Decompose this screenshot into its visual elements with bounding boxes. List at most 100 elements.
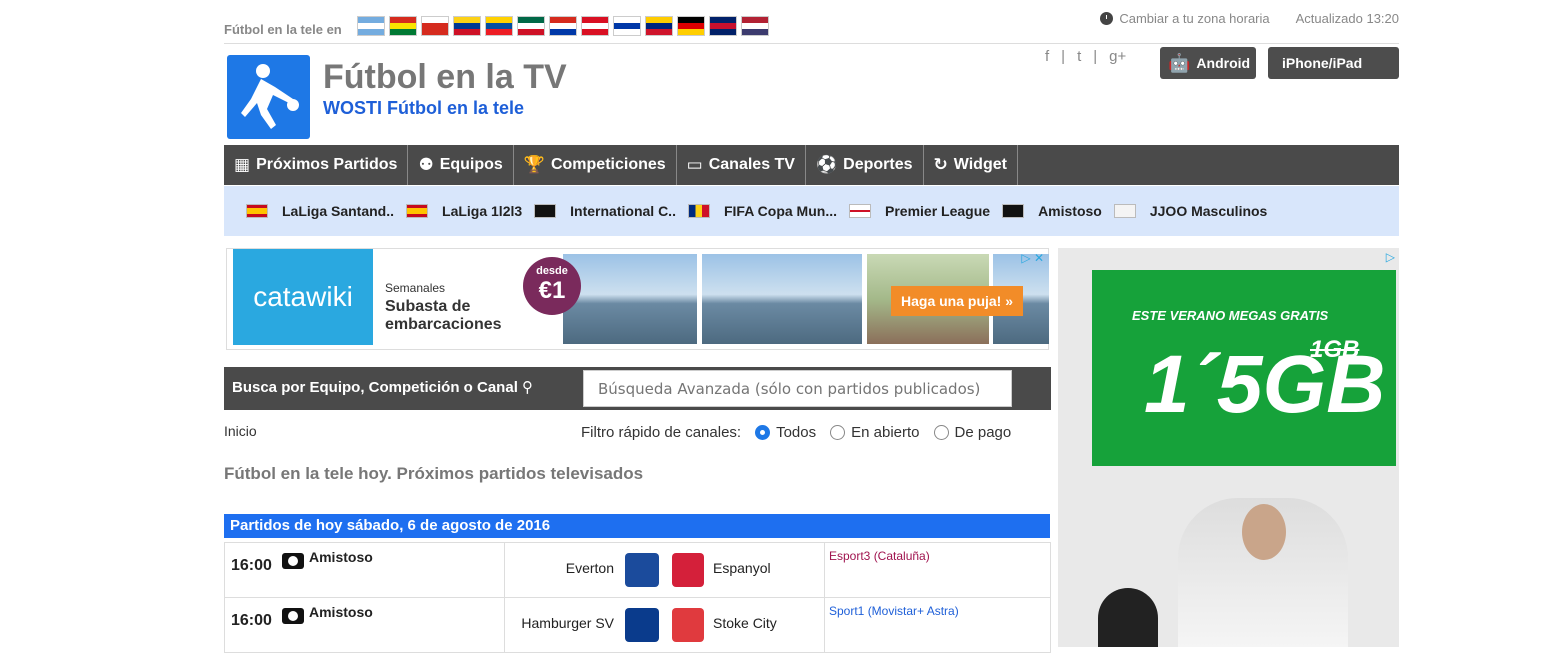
top-right: Cambiar a tu zona horaria Actualizado 13… — [1100, 11, 1399, 26]
nav-canales-tv[interactable]: ▭ Canales TV — [677, 145, 806, 185]
flag-ball-icon — [534, 204, 557, 218]
android-label: Android — [1196, 55, 1251, 71]
google-plus-icon[interactable]: g+ — [1109, 48, 1126, 65]
competition-item[interactable]: Amistoso — [1002, 203, 1102, 219]
flag-venezuela[interactable] — [645, 16, 673, 36]
competition-label: LaLiga 1l2l3 — [442, 203, 523, 219]
player-kick-icon — [241, 64, 299, 129]
flag-chile[interactable] — [421, 16, 449, 36]
flag-england-icon — [849, 204, 871, 218]
search-input[interactable] — [583, 370, 1012, 407]
timezone-link[interactable]: Cambiar a tu zona horaria — [1100, 11, 1270, 26]
flag-mexico[interactable] — [517, 16, 545, 36]
match-competition[interactable]: Amistoso — [309, 604, 373, 620]
day-header: Partidos de hoy sábado, 6 de agosto de 2… — [224, 514, 1050, 538]
tv-icon: ▭ — [686, 155, 703, 174]
bid-button[interactable]: Haga una puja! » — [891, 286, 1024, 316]
nav-label: Equipos — [439, 156, 503, 173]
ad-green-panel: ESTE VERANO MEGAS GRATIS 1´5GB 1GB — [1092, 270, 1396, 466]
channel-filter: Filtro rápido de canales: Todos En abier… — [581, 424, 1011, 441]
breadcrumb[interactable]: Inicio — [224, 423, 257, 439]
mobile-data-ad[interactable]: ▷ ESTE VERANO MEGAS GRATIS 1´5GB 1GB — [1058, 248, 1399, 647]
competition-item[interactable]: Premier League — [849, 203, 990, 219]
nav-label: Deportes — [843, 156, 913, 173]
competition-item[interactable]: International C.. — [534, 203, 676, 219]
flag-paraguay[interactable] — [549, 16, 577, 36]
trophy-icon: 🏆 — [523, 155, 545, 174]
top-strip: Fútbol en la tele en Cambiar a tu zona h… — [224, 8, 1399, 44]
filter-option-all[interactable]: Todos — [776, 424, 816, 441]
tv-channel[interactable]: Sport1 (Movistar+ Astra) — [829, 604, 959, 618]
away-team-crest-icon — [672, 553, 704, 587]
adchoices-icon[interactable]: ▷ ✕ — [1021, 251, 1044, 265]
competitions-bar: LaLiga Santand.. LaLiga 1l2l3 Internationa… — [224, 186, 1399, 236]
nav-equipos[interactable]: ⚉ Equipos — [408, 145, 514, 185]
dog-image — [1098, 588, 1158, 647]
search-icon: ⚲ — [522, 379, 534, 396]
nav-label: Próximos Partidos — [256, 156, 398, 173]
nav-competiciones[interactable]: 🏆 Competiciones — [514, 145, 677, 185]
ad-text: Semanales Subasta de embarcaciones — [385, 281, 502, 334]
match-row[interactable]: 16:00 Amistoso Hamburger SV Stoke City S… — [224, 598, 1051, 653]
home-team-crest-icon — [625, 608, 659, 642]
flag-uk[interactable] — [709, 16, 737, 36]
flag-germany[interactable] — [677, 16, 705, 36]
flag-usa[interactable] — [741, 16, 769, 36]
match-time: 16:00 — [231, 557, 272, 574]
iphone-button[interactable]: iPhone/iPad — [1268, 47, 1399, 79]
competition-item[interactable]: LaLiga Santand.. — [246, 203, 394, 219]
nav-widget[interactable]: ↻ Widget — [924, 145, 1018, 185]
filter-option-free[interactable]: En abierto — [851, 424, 919, 441]
iphone-label: iPhone/iPad — [1282, 55, 1363, 71]
filter-option-pay[interactable]: De pago — [955, 424, 1012, 441]
facebook-icon[interactable]: f — [1045, 48, 1049, 65]
person-head — [1242, 504, 1286, 560]
home-team[interactable]: Everton — [566, 560, 614, 576]
flag-bolivia[interactable] — [389, 16, 417, 36]
tv-channel[interactable]: Esport3 (Cataluña) — [829, 549, 930, 563]
flag-colombia[interactable] — [453, 16, 481, 36]
col-divider — [504, 598, 505, 653]
badge-top: desde — [536, 265, 568, 277]
social-separator: | — [1093, 48, 1098, 65]
calendar-icon: ▦ — [234, 155, 251, 174]
competition-item[interactable]: LaLiga 1l2l3 — [406, 203, 522, 219]
adchoices-icon[interactable]: ▷ — [1386, 250, 1395, 264]
home-team[interactable]: Hamburger SV — [521, 615, 614, 631]
country-flags — [357, 16, 769, 36]
competition-label: Premier League — [885, 203, 991, 219]
filter-radio-all[interactable] — [755, 425, 771, 440]
twitter-icon[interactable]: t — [1077, 48, 1081, 65]
people-icon: ⚉ — [418, 155, 434, 174]
boat-image-2 — [702, 254, 862, 344]
nav-label: Widget — [953, 156, 1007, 173]
match-competition[interactable]: Amistoso — [309, 549, 373, 565]
away-team[interactable]: Stoke City — [713, 615, 777, 631]
nav-deportes[interactable]: ⚽ Deportes — [806, 145, 924, 185]
flag-argentina[interactable] — [357, 16, 385, 36]
ad2-line1: ESTE VERANO MEGAS GRATIS — [1132, 308, 1329, 323]
competition-ball-icon — [282, 553, 304, 569]
nav-pr-ximos-partidos[interactable]: ▦ Próximos Partidos — [224, 145, 409, 185]
matches-table: 16:00 Amistoso Everton Espanyol Esport3 … — [224, 542, 1051, 653]
competition-label: Amistoso — [1038, 203, 1102, 219]
away-team[interactable]: Espanyol — [713, 560, 771, 576]
competition-label: International C.. — [570, 203, 676, 219]
competition-label: LaLiga Santand.. — [282, 203, 395, 219]
flag-uruguay[interactable] — [613, 16, 641, 36]
flag-peru[interactable] — [581, 16, 609, 36]
main-nav: ▦ Próximos Partidos ⚉ Equipos 🏆 Competiciones… — [224, 145, 1399, 185]
match-row[interactable]: 16:00 Amistoso Everton Espanyol Esport3 … — [224, 543, 1051, 598]
android-button[interactable]: 🤖 Android — [1160, 47, 1256, 79]
catawiki-ad[interactable]: cata wiki Semanales Subasta de embarcacio… — [226, 248, 1049, 350]
android-icon: 🤖 — [1168, 52, 1191, 73]
away-team-crest-icon — [672, 608, 704, 642]
flag-ecuador[interactable] — [485, 16, 513, 36]
competition-item[interactable]: JJOO Masculinos — [1113, 203, 1267, 219]
timezone-label: Cambiar a tu zona horaria — [1119, 11, 1270, 26]
home-team-crest-icon — [625, 553, 659, 587]
filter-radio-pay[interactable] — [933, 425, 949, 440]
site-logo[interactable] — [227, 55, 310, 139]
competition-item[interactable]: FIFA Copa Mun... — [687, 203, 837, 219]
filter-radio-free[interactable] — [830, 425, 846, 440]
